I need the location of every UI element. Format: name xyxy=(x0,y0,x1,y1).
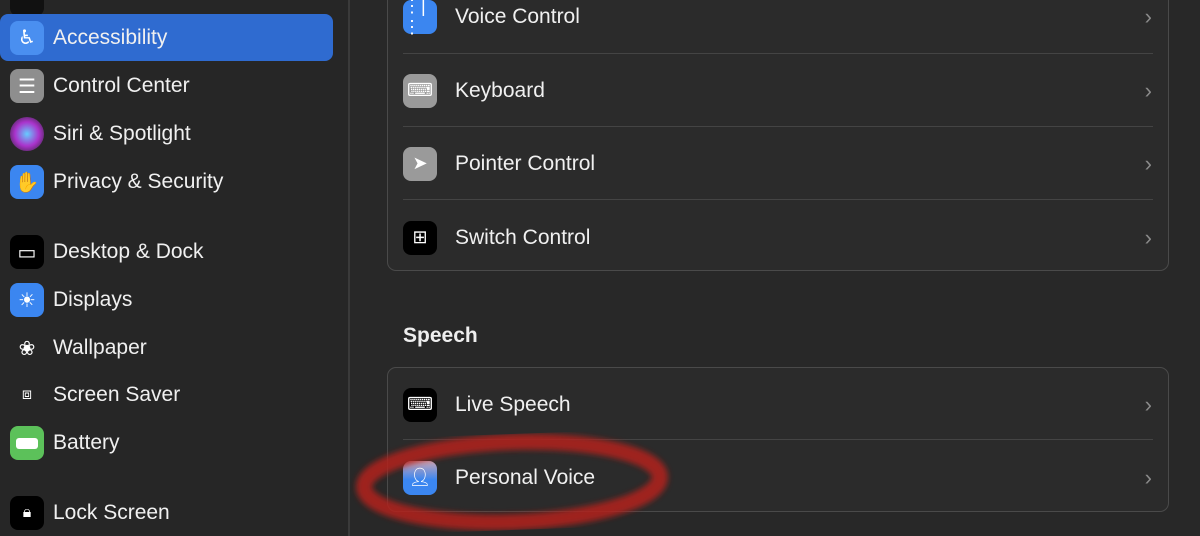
sidebar-item-displays[interactable]: ☀ Displays xyxy=(0,277,333,323)
pointer-icon: ➤ xyxy=(403,146,437,181)
divider xyxy=(403,199,1153,200)
row-label: Pointer Control xyxy=(455,151,596,175)
sidebar-item-label: Control Center xyxy=(53,74,190,97)
siri-icon xyxy=(10,117,44,151)
sidebar-item-label: Privacy & Security xyxy=(53,170,224,193)
main-content: ⋮|⋮ Voice Control › ⌨ Keyboard › ➤ Pointer Co… xyxy=(352,0,1200,536)
sidebar-item-label: Wallpaper xyxy=(53,336,147,359)
row-label: Voice Control xyxy=(455,4,580,28)
sidebar-item-privacy-security[interactable]: ✋ Privacy & Security xyxy=(0,159,333,205)
sidebar-item-label: Siri & Spotlight xyxy=(53,122,191,145)
speech-card: ⌨ Live Speech › 👤︎ Personal Voice › xyxy=(387,367,1169,512)
chevron-right-icon: › xyxy=(1144,224,1152,250)
voice-control-icon: ⋮|⋮ xyxy=(403,0,437,37)
row-label: Live Speech xyxy=(455,392,571,416)
row-keyboard[interactable]: ⌨ Keyboard › xyxy=(388,54,1168,127)
sidebar-item-control-center[interactable]: ☰ Control Center xyxy=(0,63,333,109)
flower-icon: ❀ xyxy=(18,337,36,360)
sun-icon: ☀ xyxy=(10,283,44,317)
row-label: Personal Voice xyxy=(455,465,596,489)
chevron-right-icon: › xyxy=(1144,3,1152,29)
section-title-speech: Speech xyxy=(403,324,478,347)
sidebar-item-label: Screen Saver xyxy=(53,383,181,406)
row-switch-control[interactable]: ⊞ Switch Control › xyxy=(388,201,1168,274)
motor-card: ⋮|⋮ Voice Control › ⌨ Keyboard › ➤ Pointer Co… xyxy=(387,0,1169,271)
sidebar-item-screen-saver[interactable]: ⧈ Screen Saver xyxy=(0,372,333,418)
sidebar-item-label: Battery xyxy=(53,431,120,454)
dock-icon: ▭ xyxy=(10,235,44,269)
divider xyxy=(403,439,1153,440)
chevron-right-icon: › xyxy=(1144,77,1152,103)
switch-control-icon: ⊞ xyxy=(403,220,437,255)
sidebar-item-label: Desktop & Dock xyxy=(53,240,204,263)
sidebar-item-lock-screen[interactable]: 🔒︎ Lock Screen xyxy=(0,490,333,536)
row-label: Keyboard xyxy=(455,78,545,102)
personal-voice-icon: 👤︎ xyxy=(403,460,437,495)
row-voice-control[interactable]: ⋮|⋮ Voice Control › xyxy=(388,0,1168,53)
row-personal-voice[interactable]: 👤︎ Personal Voice › xyxy=(388,441,1168,514)
keyboard-icon: ⌨ xyxy=(403,73,437,108)
battery-icon xyxy=(10,426,44,460)
row-pointer-control[interactable]: ➤ Pointer Control › xyxy=(388,127,1168,200)
sidebar-item-label: Accessibility xyxy=(53,25,168,49)
lock-icon: 🔒︎ xyxy=(10,496,44,530)
chevron-right-icon: › xyxy=(1144,464,1152,490)
sidebar-item-accessibility[interactable]: ♿︎ Accessibility xyxy=(0,14,333,61)
row-live-speech[interactable]: ⌨ Live Speech › xyxy=(388,368,1168,441)
sidebar: ♿︎ Accessibility ☰ Control Center Siri & S… xyxy=(0,0,350,536)
live-speech-icon: ⌨ xyxy=(403,387,437,422)
chevron-right-icon: › xyxy=(1144,391,1152,417)
sidebar-item-label: Lock Screen xyxy=(53,501,170,524)
sidebar-item-desktop-dock[interactable]: ▭ Desktop & Dock xyxy=(0,229,333,275)
sidebar-item-siri-spotlight[interactable]: Siri & Spotlight xyxy=(0,111,333,157)
hand-icon: ✋ xyxy=(10,165,44,199)
sidebar-item-label: Displays xyxy=(53,288,133,311)
screen-saver-icon: ⧈ xyxy=(21,386,33,403)
sidebar-item-wallpaper[interactable]: ❀ Wallpaper xyxy=(0,325,333,371)
chevron-right-icon: › xyxy=(1144,150,1152,176)
control-center-icon: ☰ xyxy=(10,69,44,103)
sidebar-item-battery[interactable]: Battery xyxy=(0,420,333,466)
accessibility-icon: ♿︎ xyxy=(10,20,44,55)
row-label: Switch Control xyxy=(455,225,591,249)
